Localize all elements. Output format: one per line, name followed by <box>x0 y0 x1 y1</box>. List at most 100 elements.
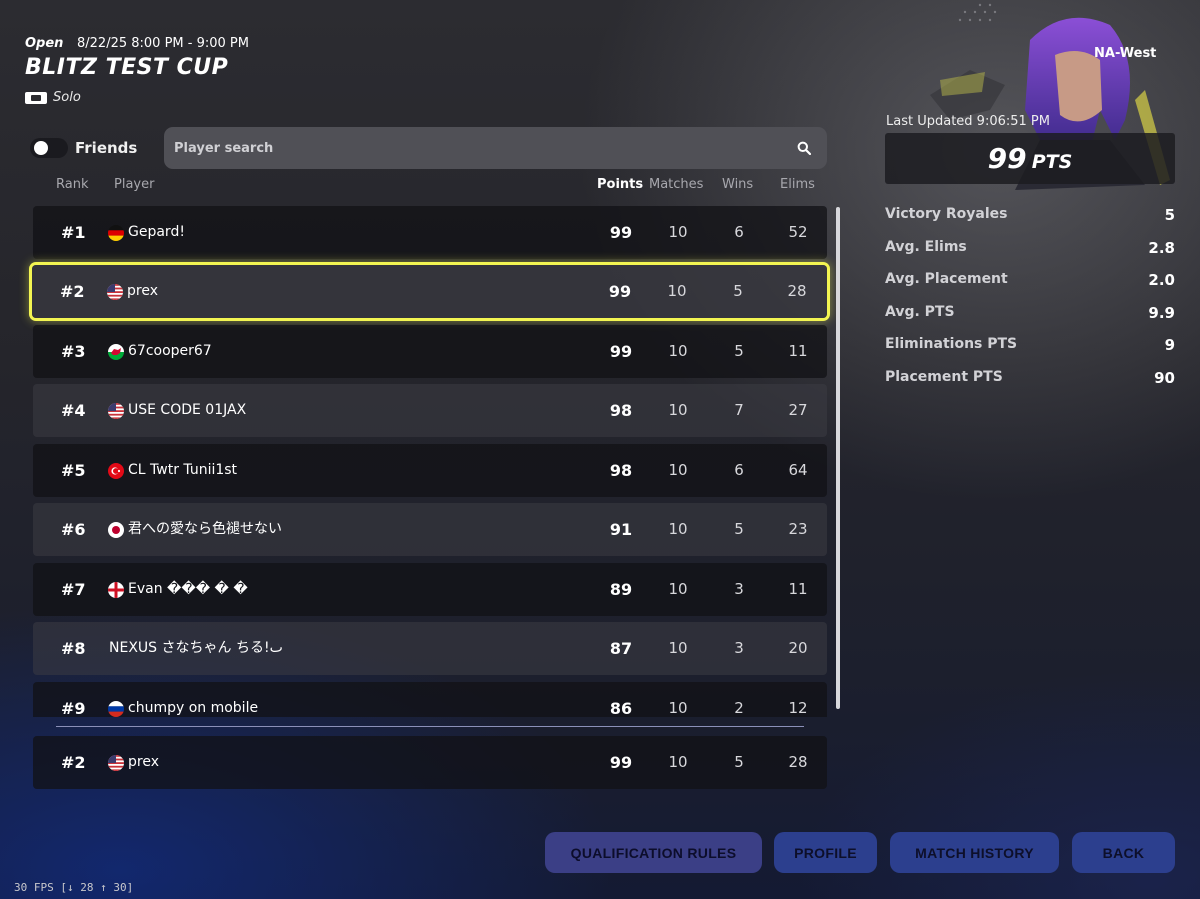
leaderboard-list: #1 Gepard! 99 10 6 52 #2 prex 99 10 5 28… <box>0 200 840 717</box>
row-elims: 11 <box>788 342 808 360</box>
russia-flag-icon <box>108 701 124 717</box>
stat-value-eliminations-pts: 9 <box>1164 336 1175 354</box>
row-rank: #8 <box>61 639 86 658</box>
row-points: 91 <box>609 520 633 539</box>
my-rank-row[interactable]: #2 prex 99 10 5 28 <box>33 736 827 789</box>
row-points: 99 <box>608 282 632 301</box>
row-player-name: CL Twtr Tunii1st <box>128 462 238 478</box>
germany-flag-icon <box>108 225 124 241</box>
list-divider <box>56 726 804 727</box>
row-elims: 12 <box>788 699 808 717</box>
leaderboard-row[interactable]: #3 67cooper67 99 10 5 11 <box>33 325 827 378</box>
row-matches: 10 <box>668 223 688 241</box>
row-points: 89 <box>609 580 633 599</box>
row-wins: 3 <box>734 580 744 598</box>
row-points: 86 <box>609 699 633 717</box>
column-header-matches[interactable]: Matches <box>649 177 703 192</box>
region-label: NA-West <box>1094 46 1157 61</box>
leaderboard-row[interactable]: #7 Evan ��� � � 89 10 3 11 <box>33 563 827 616</box>
row-rank: #9 <box>61 699 86 717</box>
stat-value-placement-pts: 90 <box>1154 369 1175 387</box>
stat-label-avg-pts: Avg. PTS <box>885 304 955 320</box>
row-player-name: prex <box>128 754 159 770</box>
leaderboard-row[interactable]: #9 chumpy on mobile 86 10 2 12 <box>33 682 827 717</box>
total-points-value: 99 <box>987 142 1027 175</box>
match-history-button[interactable]: MATCH HISTORY <box>890 832 1059 873</box>
row-matches: 10 <box>668 699 688 717</box>
tournament-mode: Solo <box>25 90 81 105</box>
row-wins: 7 <box>734 401 744 419</box>
row-matches: 10 <box>668 461 688 479</box>
column-header-rank: Rank <box>56 177 89 192</box>
search-icon[interactable] <box>797 141 811 155</box>
profile-button[interactable]: PROFILE <box>774 832 877 873</box>
row-rank: #2 <box>60 282 85 301</box>
row-points: 98 <box>609 461 633 480</box>
column-header-elims[interactable]: Elims <box>780 177 815 192</box>
column-header-wins[interactable]: Wins <box>722 177 753 192</box>
stat-label-eliminations-pts: Eliminations PTS <box>885 336 1018 352</box>
row-player-name: chumpy on mobile <box>128 700 259 716</box>
row-rank: #7 <box>61 580 86 599</box>
row-matches: 10 <box>668 401 688 419</box>
last-updated-label: Last Updated 9:06:51 PM <box>886 114 1050 129</box>
mode-label: Solo <box>53 90 81 105</box>
total-points-box: 99 PTS <box>885 133 1175 184</box>
qualification-rules-button[interactable]: QUALIFICATION RULES <box>545 832 762 873</box>
row-wins: 3 <box>734 639 744 657</box>
tournament-datetime: 8/22/25 8:00 PM - 9:00 PM <box>77 36 249 51</box>
solo-mode-icon <box>25 91 47 104</box>
row-matches: 10 <box>667 282 687 300</box>
row-wins: 5 <box>734 753 744 771</box>
japan-flag-icon <box>108 522 124 538</box>
row-matches: 10 <box>668 639 688 657</box>
leaderboard-row-selected[interactable]: #2 prex 99 10 5 28 <box>32 265 827 318</box>
row-rank: #4 <box>61 401 86 420</box>
row-player-name: 67cooper67 <box>128 343 212 359</box>
row-points: 99 <box>609 223 633 242</box>
column-header-points[interactable]: Points <box>597 177 643 192</box>
player-search-input[interactable] <box>164 127 784 169</box>
row-player-name: USE CODE 01JAX <box>128 402 247 418</box>
stat-label-avg-elims: Avg. Elims <box>885 239 967 255</box>
total-points-unit: PTS <box>1031 151 1073 173</box>
wales-flag-icon <box>108 344 124 360</box>
usa-flag-icon <box>108 403 124 419</box>
leaderboard-row[interactable]: #5 CL Twtr Tunii1st 98 10 6 64 <box>33 444 827 497</box>
stat-value-avg-pts: 9.9 <box>1148 304 1175 322</box>
leaderboard-scrollbar[interactable] <box>836 207 840 709</box>
usa-flag-icon <box>107 284 123 300</box>
row-wins: 6 <box>734 461 744 479</box>
friends-label: Friends <box>75 139 138 157</box>
row-player-name: 君への愛なら色褪せない <box>128 521 282 537</box>
row-points: 87 <box>609 639 633 658</box>
leaderboard-row[interactable]: #1 Gepard! 99 10 6 52 <box>33 206 827 259</box>
row-points: 99 <box>609 342 633 361</box>
row-rank: #1 <box>61 223 86 242</box>
back-button[interactable]: BACK <box>1072 832 1175 873</box>
row-matches: 10 <box>668 753 688 771</box>
row-rank: #2 <box>61 753 86 772</box>
row-elims: 27 <box>788 401 808 419</box>
row-wins: 6 <box>734 223 744 241</box>
row-elims: 52 <box>788 223 808 241</box>
stat-label-avg-placement: Avg. Placement <box>885 271 1008 287</box>
row-elims: 64 <box>788 461 808 479</box>
column-header-player: Player <box>114 177 155 192</box>
row-player-name: prex <box>127 283 158 299</box>
leaderboard-row[interactable]: #6 君への愛なら色褪せない 91 10 5 23 <box>33 503 827 556</box>
stat-value-avg-placement: 2.0 <box>1148 271 1175 289</box>
tournament-title: BLITZ TEST CUP <box>25 55 229 80</box>
england-flag-icon <box>108 582 124 598</box>
row-rank: #6 <box>61 520 86 539</box>
tournament-status: Open <box>25 36 64 51</box>
stat-label-placement-pts: Placement PTS <box>885 369 1003 385</box>
row-matches: 10 <box>668 520 688 538</box>
row-wins: 5 <box>734 520 744 538</box>
row-player-name: Gepard! <box>128 224 185 240</box>
fps-counter: 30 FPS [↓ 28 ↑ 30] <box>14 881 134 894</box>
leaderboard-row[interactable]: #8 NEXUS さなちゃん ちる!ٮ 87 10 3 20 <box>33 622 827 675</box>
row-elims: 23 <box>788 520 808 538</box>
row-wins: 2 <box>734 699 744 717</box>
leaderboard-row[interactable]: #4 USE CODE 01JAX 98 10 7 27 <box>33 384 827 437</box>
